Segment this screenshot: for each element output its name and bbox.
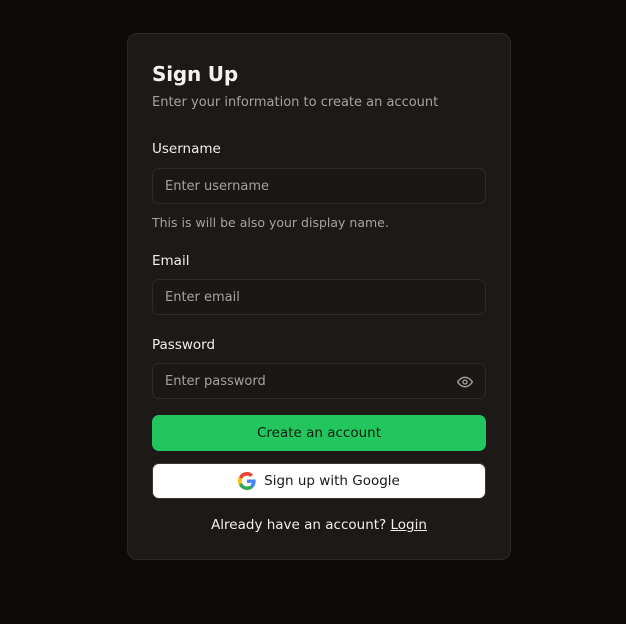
page-subtitle: Enter your information to create an acco… <box>152 95 439 110</box>
signup-card: Sign Up Enter your information to create… <box>127 33 511 560</box>
email-field-wrapper <box>152 279 486 315</box>
username-hint: This is will be also your display name. <box>152 215 389 230</box>
login-prompt: Already have an account? Login <box>128 517 510 533</box>
email-label: Email <box>152 253 190 269</box>
page-title: Sign Up <box>152 62 238 86</box>
password-input[interactable] <box>153 364 485 398</box>
login-prompt-text: Already have an account? <box>211 517 387 533</box>
username-label: Username <box>152 141 221 157</box>
password-field-wrapper <box>152 363 486 399</box>
create-account-button[interactable]: Create an account <box>152 415 486 451</box>
username-input[interactable] <box>153 169 485 203</box>
google-icon <box>238 472 256 490</box>
login-link[interactable]: Login <box>391 517 427 533</box>
eye-icon[interactable] <box>457 374 473 390</box>
password-label: Password <box>152 337 216 353</box>
username-field-wrapper <box>152 168 486 204</box>
google-button-label: Sign up with Google <box>264 473 400 489</box>
google-signup-button[interactable]: Sign up with Google <box>152 463 486 499</box>
email-input[interactable] <box>153 280 485 314</box>
